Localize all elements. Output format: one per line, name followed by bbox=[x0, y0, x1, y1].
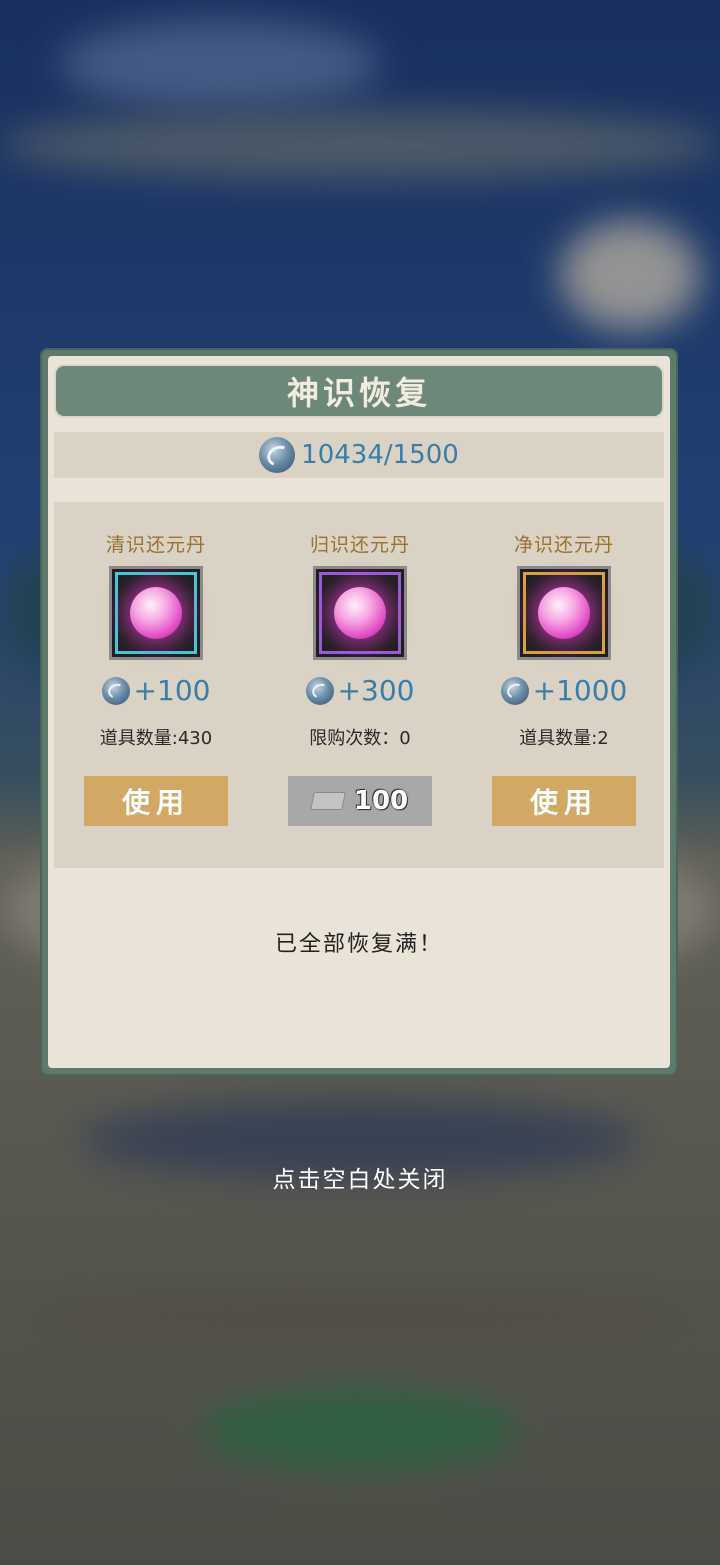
spirit-swirl-icon bbox=[259, 437, 296, 473]
use-button[interactable]: 使用 bbox=[492, 776, 636, 826]
pink-orb-icon bbox=[538, 587, 590, 639]
item-value: +300 bbox=[337, 674, 415, 707]
item-value-row: +1000 bbox=[462, 674, 666, 707]
pink-orb-icon bbox=[334, 587, 386, 639]
dialog-title: 神识恢复 bbox=[286, 374, 431, 412]
item-name: 归识还元丹 bbox=[309, 534, 410, 556]
buy-price: 100 bbox=[353, 786, 409, 816]
item-quantity: 道具数量:2 bbox=[519, 728, 609, 749]
close-hint: 点击空白处关闭 bbox=[272, 1167, 448, 1193]
item-icon-frame[interactable] bbox=[313, 566, 407, 660]
spirit-swirl-icon bbox=[500, 676, 529, 705]
spirit-swirl-icon bbox=[305, 676, 334, 705]
items-panel: 清识还元丹 +100 道具数量:430 使用 归识还元丹 +300 限购次数：0… bbox=[54, 502, 664, 868]
dialog-body: 神识恢复 10434/1500 清识还元丹 +100 道具数量:430 使用 归… bbox=[48, 356, 670, 1068]
ticket-icon bbox=[309, 792, 346, 810]
spirit-swirl-icon bbox=[101, 676, 130, 705]
item-card-jingshi: 净识还元丹 +1000 道具数量:2 使用 bbox=[462, 502, 666, 868]
purchase-limit: 限购次数：0 bbox=[309, 728, 411, 749]
item-name: 清识还元丹 bbox=[105, 534, 206, 556]
spirit-counter-row: 10434/1500 bbox=[54, 432, 664, 478]
item-value: +100 bbox=[133, 674, 211, 707]
spirit-counter: 10434/1500 bbox=[301, 440, 459, 470]
item-quantity: 道具数量:430 bbox=[99, 728, 213, 749]
item-value: +1000 bbox=[532, 674, 628, 707]
pink-orb-icon bbox=[130, 587, 182, 639]
item-icon-frame[interactable] bbox=[517, 566, 611, 660]
dialog-title-bar: 神识恢复 bbox=[54, 364, 664, 418]
item-icon-frame[interactable] bbox=[109, 566, 203, 660]
item-name: 净识还元丹 bbox=[513, 534, 614, 556]
item-card-qingshi: 清识还元丹 +100 道具数量:430 使用 bbox=[54, 502, 258, 868]
item-value-row: +100 bbox=[54, 674, 258, 707]
mind-recovery-dialog: 神识恢复 10434/1500 清识还元丹 +100 道具数量:430 使用 归… bbox=[40, 348, 678, 1076]
status-message: 已全部恢复满！ bbox=[274, 932, 443, 957]
item-card-guishi: 归识还元丹 +300 限购次数：0 100 bbox=[258, 502, 462, 868]
buy-button[interactable]: 100 bbox=[288, 776, 432, 826]
item-value-row: +300 bbox=[258, 674, 462, 707]
use-button[interactable]: 使用 bbox=[84, 776, 228, 826]
